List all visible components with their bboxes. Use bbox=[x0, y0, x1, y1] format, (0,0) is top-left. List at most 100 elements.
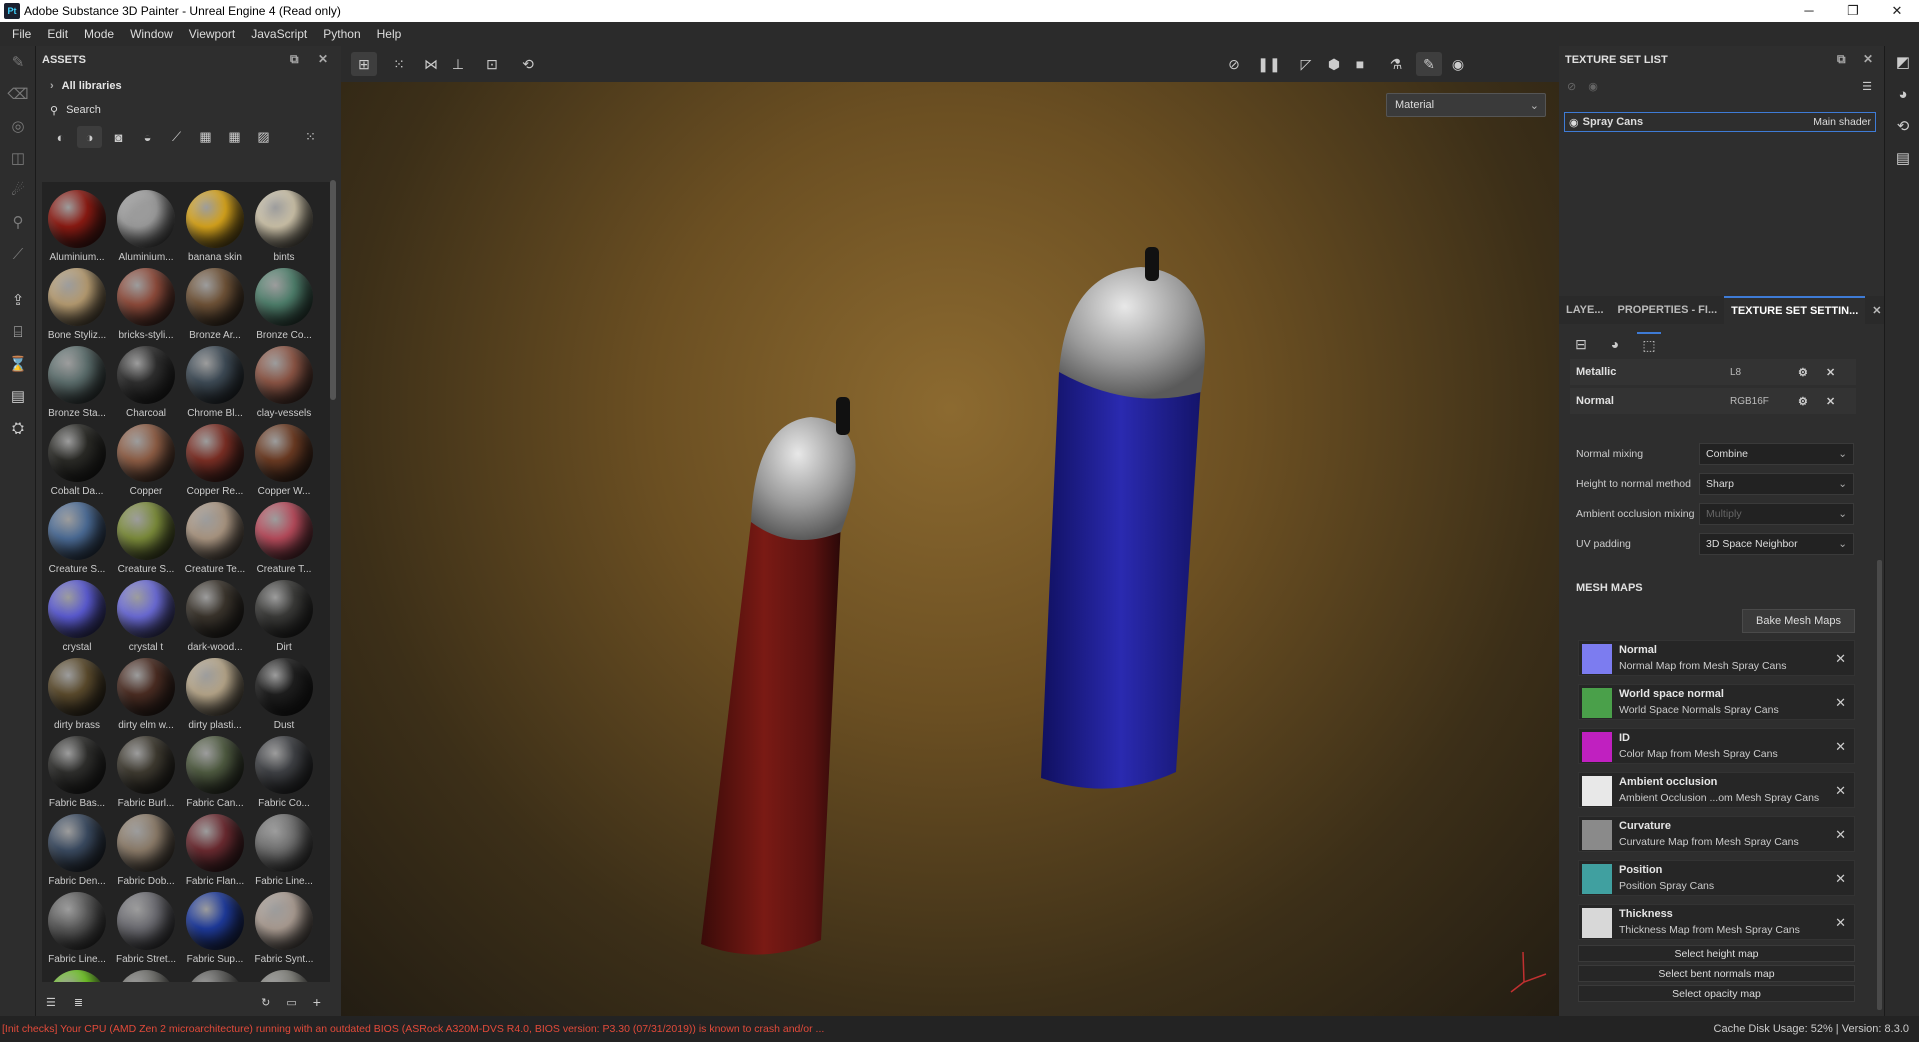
right-scrollbar[interactable] bbox=[1877, 560, 1882, 1010]
asset-tile[interactable]: dark-wood... bbox=[182, 576, 248, 654]
paint-tool-icon[interactable]: ✎ bbox=[0, 46, 36, 78]
asset-tile[interactable]: Creature S... bbox=[44, 498, 110, 576]
bake-icon[interactable]: ⌛ bbox=[0, 348, 36, 380]
grid-snap-icon[interactable]: ⊞ bbox=[351, 52, 377, 76]
menu-file[interactable]: File bbox=[4, 27, 39, 41]
asset-tile[interactable]: Dirt bbox=[251, 576, 317, 654]
hide-icon[interactable]: ⊘ bbox=[1567, 80, 1576, 93]
frame-icon[interactable]: ⊡ bbox=[479, 52, 505, 76]
mesh-map-row[interactable]: Ambient occlusion Ambient Occlusion ...om… bbox=[1578, 772, 1855, 808]
view-3d-icon[interactable]: ⬢ bbox=[1321, 52, 1347, 76]
asset-tile[interactable]: dirty elm w... bbox=[113, 654, 179, 732]
library-selector[interactable]: › All libraries bbox=[36, 74, 341, 98]
float-panel-icon[interactable]: ⧉ bbox=[290, 52, 299, 67]
asset-tile[interactable]: Copper Re... bbox=[182, 420, 248, 498]
uv-icon[interactable]: ⬚ bbox=[1637, 332, 1661, 356]
menu-edit[interactable]: Edit bbox=[39, 27, 76, 41]
projection-tool-icon[interactable]: ◎ bbox=[0, 110, 36, 142]
asset-tile[interactable]: dirty plasti... bbox=[182, 654, 248, 732]
minimize-button[interactable]: ─ bbox=[1787, 0, 1831, 22]
asset-tile[interactable]: Copper bbox=[113, 420, 179, 498]
close-panel-icon[interactable]: ✕ bbox=[318, 52, 328, 66]
shader-settings-icon[interactable]: ◕ bbox=[1885, 78, 1919, 110]
asset-tile[interactable]: clay-vessels bbox=[251, 342, 317, 420]
history-icon[interactable]: ⟲ bbox=[1885, 110, 1919, 142]
screenshot-icon[interactable]: ◉ bbox=[1445, 52, 1471, 76]
menu-help[interactable]: Help bbox=[369, 27, 410, 41]
select-map-button[interactable]: Select opacity map bbox=[1578, 985, 1855, 1002]
asset-tile[interactable]: Creature Te... bbox=[182, 498, 248, 576]
channel-format[interactable]: RGB16F bbox=[1730, 396, 1769, 407]
asset-tile[interactable] bbox=[113, 966, 179, 982]
sort-icon[interactable]: ≣ bbox=[74, 996, 83, 1009]
tab-texture-set-settings[interactable]: TEXTURE SET SETTIN... bbox=[1724, 296, 1866, 324]
iray-icon[interactable]: ⚗ bbox=[1383, 52, 1409, 76]
asset-tile[interactable]: crystal bbox=[44, 576, 110, 654]
asset-tile[interactable]: banana skin bbox=[182, 186, 248, 264]
asset-tile[interactable]: Fabric Sup... bbox=[182, 888, 248, 966]
smart-materials-filter-icon[interactable]: ◑ bbox=[77, 126, 102, 148]
bake-mesh-maps-button[interactable]: Bake Mesh Maps bbox=[1742, 609, 1855, 633]
log-icon[interactable]: ▤ bbox=[0, 380, 36, 412]
mesh-map-thumbnail[interactable] bbox=[1582, 688, 1612, 718]
mesh-map-thumbnail[interactable] bbox=[1582, 644, 1612, 674]
eraser-tool-icon[interactable]: ⌫ bbox=[0, 78, 36, 110]
channel-row[interactable]: Normal RGB16F ⚙ ✕ bbox=[1570, 388, 1856, 414]
asset-tile[interactable]: Cobalt Da... bbox=[44, 420, 110, 498]
asset-tile[interactable]: dirty brass bbox=[44, 654, 110, 732]
close-icon[interactable]: ✕ bbox=[1835, 739, 1846, 755]
maximize-button[interactable]: ❐ bbox=[1831, 0, 1875, 22]
asset-search-input[interactable]: ⚲ Search bbox=[36, 98, 341, 122]
environment-filter-icon[interactable]: ▨ bbox=[251, 126, 276, 148]
menu-mode[interactable]: Mode bbox=[76, 27, 122, 41]
mesh-map-thumbnail[interactable] bbox=[1582, 908, 1612, 938]
gear-icon[interactable]: ⚙ bbox=[1798, 366, 1808, 379]
close-icon[interactable]: ✕ bbox=[1835, 827, 1846, 843]
materials-filter-icon[interactable]: ◐ bbox=[48, 126, 73, 148]
tab-properties[interactable]: PROPERTIES - FI... bbox=[1611, 304, 1725, 316]
paint-mode-icon[interactable]: ✎ bbox=[1416, 52, 1442, 76]
asset-tile[interactable]: Fabric Den... bbox=[44, 810, 110, 888]
asset-tile[interactable]: Fabric Synt... bbox=[251, 888, 317, 966]
gear-icon[interactable]: ⚙ bbox=[1798, 395, 1808, 408]
close-icon[interactable]: ✕ bbox=[1835, 651, 1846, 667]
mesh-map-thumbnail[interactable] bbox=[1582, 732, 1612, 762]
eye-icon[interactable]: ◉ bbox=[1569, 116, 1579, 129]
asset-tile[interactable]: bints bbox=[251, 186, 317, 264]
assets-scrollbar[interactable] bbox=[330, 180, 336, 400]
clone-tool-icon[interactable]: ⚲ bbox=[0, 206, 36, 238]
display-settings-icon[interactable]: ⛭ bbox=[0, 412, 36, 444]
close-panel-icon[interactable]: ✕ bbox=[1863, 52, 1873, 66]
asset-tile[interactable]: Fabric Co... bbox=[251, 732, 317, 810]
asset-tile[interactable]: Charcoal bbox=[113, 342, 179, 420]
menu-javascript[interactable]: JavaScript bbox=[243, 27, 315, 41]
asset-tile[interactable]: crystal t bbox=[113, 576, 179, 654]
asset-tile[interactable]: Creature S... bbox=[113, 498, 179, 576]
asset-tile[interactable]: Fabric Dob... bbox=[113, 810, 179, 888]
texture-set-list-icon[interactable]: ◩ bbox=[1885, 46, 1919, 78]
mesh-map-row[interactable]: Curvature Curvature Map from Mesh Spray C… bbox=[1578, 816, 1855, 852]
asset-tile[interactable]: Bone Styliz... bbox=[44, 264, 110, 342]
asset-tile[interactable]: Bronze Co... bbox=[251, 264, 317, 342]
mesh-map-row[interactable]: Normal Normal Map from Mesh Spray Cans ✕ bbox=[1578, 640, 1855, 676]
view-mode-icon[interactable]: ⁙ bbox=[298, 126, 323, 148]
mesh-map-row[interactable]: Thickness Thickness Map from Mesh Spray C… bbox=[1578, 904, 1855, 940]
mesh-map-thumbnail[interactable] bbox=[1582, 820, 1612, 850]
history-icon[interactable]: ⟲ bbox=[515, 52, 541, 76]
mesh-map-row[interactable]: ID Color Map from Mesh Spray Cans ✕ bbox=[1578, 728, 1855, 764]
camera-icon[interactable]: ■ bbox=[1347, 52, 1373, 76]
pause-icon[interactable]: ❚❚ bbox=[1256, 52, 1282, 76]
filter-list-icon[interactable]: ☰ bbox=[46, 996, 56, 1009]
uv-padding-dropdown[interactable]: 3D Space Neighbor ⌄ bbox=[1699, 533, 1854, 555]
smudge-tool-icon[interactable]: ☄ bbox=[0, 174, 36, 206]
hide-icon[interactable]: ⊘ bbox=[1221, 52, 1247, 76]
asset-tile[interactable]: bricks-styli... bbox=[113, 264, 179, 342]
textures-filter-icon[interactable]: ▦ bbox=[193, 126, 218, 148]
close-window-button[interactable]: ✕ bbox=[1875, 0, 1919, 22]
smart-masks-filter-icon[interactable]: ◒ bbox=[135, 126, 160, 148]
asset-tile[interactable]: Fabric Burl... bbox=[113, 732, 179, 810]
texture-set-row[interactable]: ◉ Spray Cans Main shader bbox=[1564, 112, 1876, 132]
texture-set-icon[interactable]: ⊟ bbox=[1569, 332, 1593, 356]
asset-tile[interactable]: Aluminium... bbox=[44, 186, 110, 264]
menu-python[interactable]: Python bbox=[315, 27, 368, 41]
